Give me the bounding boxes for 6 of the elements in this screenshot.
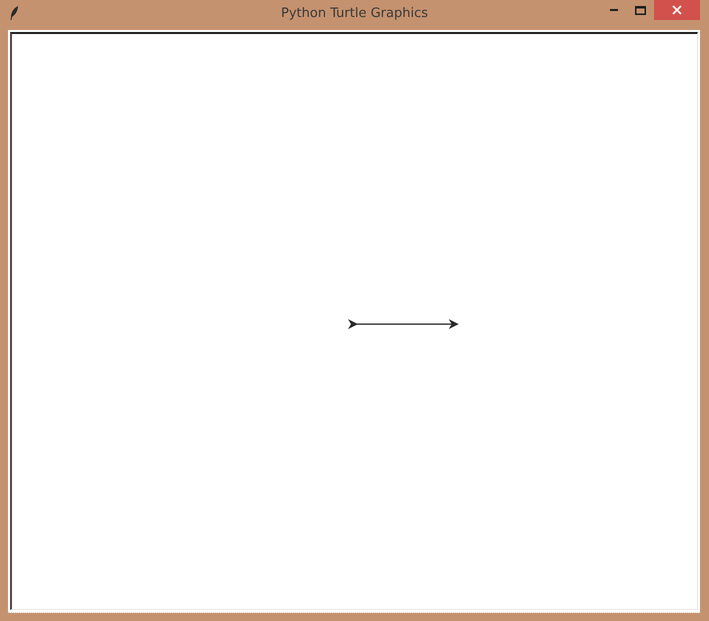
minimize-icon bbox=[610, 9, 618, 11]
close-icon bbox=[672, 5, 682, 15]
feather-icon bbox=[10, 6, 19, 20]
window-title: Python Turtle Graphics bbox=[281, 5, 428, 21]
maximize-icon bbox=[635, 6, 646, 14]
close-button[interactable] bbox=[654, 0, 700, 20]
